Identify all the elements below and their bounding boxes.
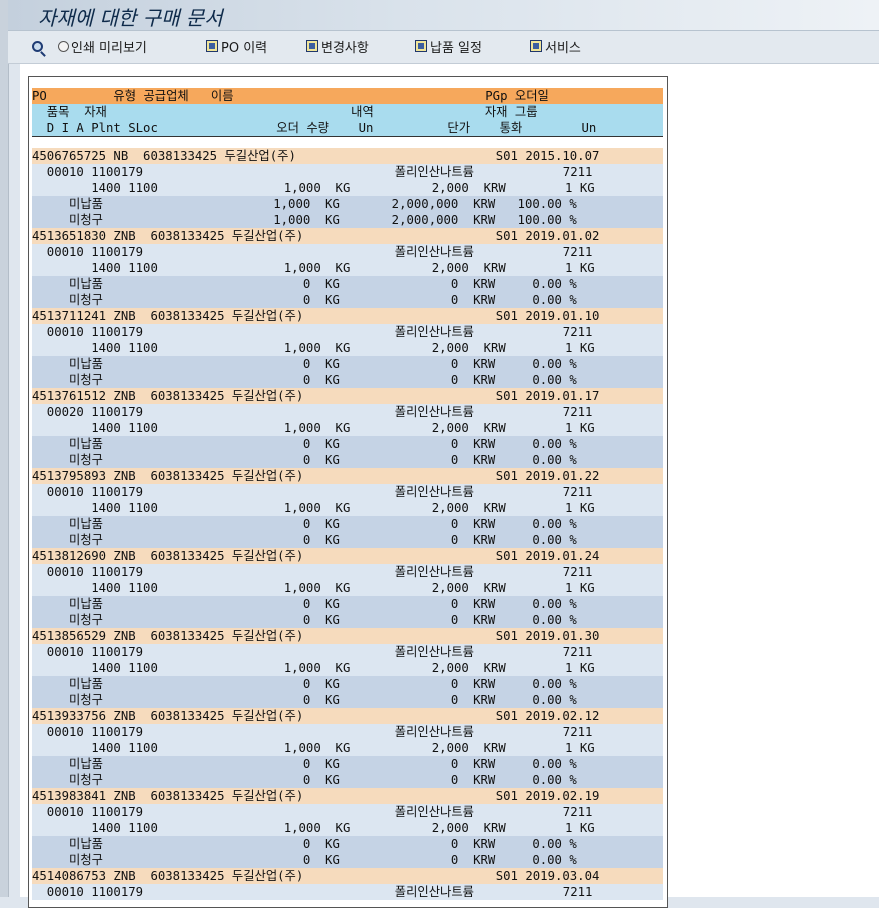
item-row[interactable]: 1400 1100 1,000 KG 2,000 KRW 1 KG	[32, 580, 663, 596]
document-icon	[306, 40, 318, 52]
item-row[interactable]: 00010 1100179 폴리인산나트륨 7211	[32, 884, 663, 900]
po-history-label: PO 이력	[221, 40, 268, 56]
item-row[interactable]: 1400 1100 1,000 KG 2,000 KRW 1 KG	[32, 340, 663, 356]
item-row[interactable]: 00010 1100179 폴리인산나트륨 7211	[32, 164, 663, 180]
open-quantity-row: 미청구 0 KG 0 KRW 0.00 %	[32, 692, 663, 708]
open-quantity-row: 미납품 0 KG 0 KRW 0.00 %	[32, 676, 663, 692]
po-header-row[interactable]: 4513651830 ZNB 6038133425 두길산업(주) S01 20…	[32, 228, 663, 244]
open-quantity-row: 미청구 0 KG 0 KRW 0.00 %	[32, 452, 663, 468]
open-quantity-row: 미청구 0 KG 0 KRW 0.00 %	[32, 612, 663, 628]
title-bar: 자재에 대한 구매 문서	[8, 0, 879, 31]
services-button[interactable]: 서비스	[530, 36, 581, 56]
po-header-row[interactable]: 4513812690 ZNB 6038133425 두길산업(주) S01 20…	[32, 548, 663, 564]
list-header-row-2: 품목 자재 내역 자재 그룹	[32, 104, 663, 120]
open-quantity-row: 미납품 0 KG 0 KRW 0.00 %	[32, 276, 663, 292]
item-row[interactable]: 00010 1100179 폴리인산나트륨 7211	[32, 484, 663, 500]
item-row[interactable]: 00020 1100179 폴리인산나트륨 7211	[32, 404, 663, 420]
open-quantity-row: 미청구 0 KG 0 KRW 0.00 %	[32, 772, 663, 788]
left-edge-strip	[0, 0, 9, 897]
item-row[interactable]: 00010 1100179 폴리인산나트륨 7211	[32, 804, 663, 820]
item-row[interactable]: 1400 1100 1,000 KG 2,000 KRW 1 KG	[32, 180, 663, 196]
header-spacer	[32, 137, 663, 148]
delivery-schedule-label: 납품 일정	[430, 40, 482, 56]
item-row[interactable]: 1400 1100 1,000 KG 2,000 KRW 1 KG	[32, 820, 663, 836]
item-row[interactable]: 1400 1100 1,000 KG 2,000 KRW 1 KG	[32, 660, 663, 676]
print-preview-label: 인쇄 미리보기	[71, 40, 147, 56]
document-icon	[530, 40, 542, 52]
po-header-row[interactable]: 4513761512 ZNB 6038133425 두길산업(주) S01 20…	[32, 388, 663, 404]
list-rows: 4506765725 NB 6038133425 두길산업(주) S01 201…	[32, 148, 663, 900]
open-quantity-row: 미청구 0 KG 0 KRW 0.00 %	[32, 292, 663, 308]
po-history-button[interactable]: PO 이력	[206, 36, 267, 56]
purchasing-document-list: PO 유형 공급업체 이름 PGp 오더일 품목 자재 내역 자재 그룹 D I…	[28, 76, 668, 908]
open-quantity-row: 미청구 0 KG 0 KRW 0.00 %	[32, 372, 663, 388]
open-quantity-row: 미납품 0 KG 0 KRW 0.00 %	[32, 596, 663, 612]
open-quantity-row: 미납품 1,000 KG 2,000,000 KRW 100.00 %	[32, 196, 663, 212]
open-quantity-row: 미납품 0 KG 0 KRW 0.00 %	[32, 516, 663, 532]
print-preview-button[interactable]: 인쇄 미리보기	[58, 36, 147, 56]
open-quantity-row: 미납품 0 KG 0 KRW 0.00 %	[32, 836, 663, 852]
open-quantity-row: 미청구 0 KG 0 KRW 0.00 %	[32, 532, 663, 548]
page-title: 자재에 대한 구매 문서	[38, 6, 223, 30]
po-header-row[interactable]: 4506765725 NB 6038133425 두길산업(주) S01 201…	[32, 148, 663, 164]
application-toolbar: 인쇄 미리보기 PO 이력 변경사항 납품 일정 서비스	[8, 31, 879, 64]
po-header-row[interactable]: 4513983841 ZNB 6038133425 두길산업(주) S01 20…	[32, 788, 663, 804]
list-header-row-1: PO 유형 공급업체 이름 PGp 오더일	[32, 88, 663, 104]
services-label: 서비스	[545, 40, 581, 56]
open-quantity-row: 미납품 0 KG 0 KRW 0.00 %	[32, 756, 663, 772]
po-header-row[interactable]: 4513933756 ZNB 6038133425 두길산업(주) S01 20…	[32, 708, 663, 724]
item-row[interactable]: 00010 1100179 폴리인산나트륨 7211	[32, 324, 663, 340]
magnifier-icon	[32, 40, 43, 52]
item-row[interactable]: 00010 1100179 폴리인산나트륨 7211	[32, 564, 663, 580]
document-icon	[206, 40, 218, 52]
document-icon	[415, 40, 427, 52]
item-row[interactable]: 1400 1100 1,000 KG 2,000 KRW 1 KG	[32, 260, 663, 276]
open-quantity-row: 미납품 0 KG 0 KRW 0.00 %	[32, 436, 663, 452]
find-button[interactable]	[32, 36, 47, 56]
item-row[interactable]: 00010 1100179 폴리인산나트륨 7211	[32, 244, 663, 260]
list-header-row-3: D I A Plnt SLoc 오더 수량 Un 단가 통화 Un	[32, 120, 663, 137]
item-row[interactable]: 00010 1100179 폴리인산나트륨 7211	[32, 724, 663, 740]
po-header-row[interactable]: 4513856529 ZNB 6038133425 두길산업(주) S01 20…	[32, 628, 663, 644]
changes-label: 변경사항	[321, 40, 369, 56]
open-quantity-row: 미청구 1,000 KG 2,000,000 KRW 100.00 %	[32, 212, 663, 228]
open-quantity-row: 미청구 0 KG 0 KRW 0.00 %	[32, 852, 663, 868]
po-header-row[interactable]: 4513795893 ZNB 6038133425 두길산업(주) S01 20…	[32, 468, 663, 484]
open-quantity-row: 미납품 0 KG 0 KRW 0.00 %	[32, 356, 663, 372]
print-preview-icon	[58, 40, 69, 52]
item-row[interactable]: 1400 1100 1,000 KG 2,000 KRW 1 KG	[32, 420, 663, 436]
po-header-row[interactable]: 4514086753 ZNB 6038133425 두길산업(주) S01 20…	[32, 868, 663, 884]
main-content-area: PO 유형 공급업체 이름 PGp 오더일 품목 자재 내역 자재 그룹 D I…	[20, 64, 879, 908]
po-header-row[interactable]: 4513711241 ZNB 6038133425 두길산업(주) S01 20…	[32, 308, 663, 324]
list-body: PO 유형 공급업체 이름 PGp 오더일 품목 자재 내역 자재 그룹 D I…	[32, 88, 663, 900]
item-row[interactable]: 00010 1100179 폴리인산나트륨 7211	[32, 644, 663, 660]
item-row[interactable]: 1400 1100 1,000 KG 2,000 KRW 1 KG	[32, 500, 663, 516]
item-row[interactable]: 1400 1100 1,000 KG 2,000 KRW 1 KG	[32, 740, 663, 756]
changes-button[interactable]: 변경사항	[306, 36, 369, 56]
delivery-schedule-button[interactable]: 납품 일정	[415, 36, 482, 56]
